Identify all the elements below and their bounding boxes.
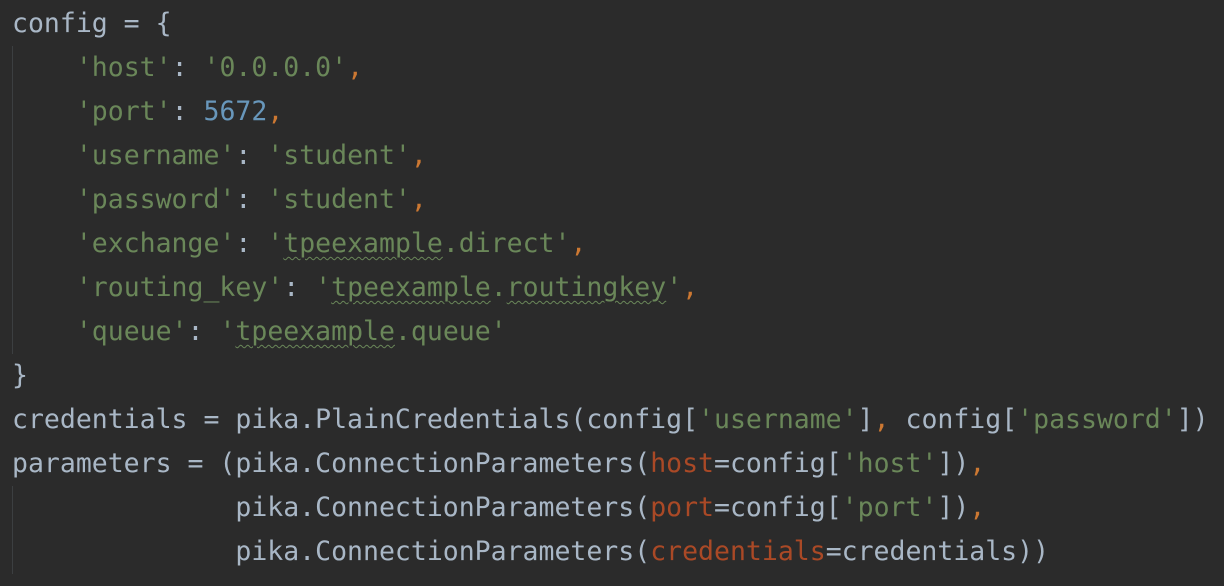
punctuation: ,	[969, 492, 986, 523]
string-literal: '	[315, 272, 332, 303]
code-text: :	[283, 272, 316, 303]
string-literal: .queue'	[394, 316, 507, 347]
keyword-argument: credentials	[650, 536, 826, 567]
keyword-argument: port	[650, 492, 715, 523]
string-literal: .direct'	[442, 228, 571, 259]
code-text: :	[187, 316, 220, 347]
string-literal: 'port'	[75, 96, 172, 127]
code-text: parameters = (pika.ConnectionParameters(	[12, 448, 651, 479]
code-text: :	[235, 184, 268, 215]
typo-word: tpeexample	[283, 228, 443, 259]
string-literal: 'queue'	[75, 316, 188, 347]
string-literal: 'student'	[267, 184, 411, 215]
punctuation: ,	[410, 184, 427, 215]
string-literal: '	[219, 316, 236, 347]
code-text: ])	[937, 492, 970, 523]
string-literal: 'password'	[1017, 404, 1177, 435]
code-text: config = {	[12, 8, 172, 39]
code-text: }	[12, 360, 28, 391]
string-literal: '	[267, 228, 284, 259]
code-line[interactable]: 'port': 5672,	[12, 90, 1209, 134]
code-text: pika.ConnectionParameters(	[12, 492, 651, 523]
code-line[interactable]: parameters = (pika.ConnectionParameters(…	[12, 442, 1209, 486]
string-literal: 'host'	[841, 448, 938, 479]
code-text: :	[171, 52, 204, 83]
code-text: pika.ConnectionParameters(	[12, 536, 651, 567]
code-line[interactable]: credentials = pika.PlainCredentials(conf…	[12, 398, 1209, 442]
code-text: =credentials))	[825, 536, 1050, 567]
code-text: ])	[1176, 404, 1209, 435]
code-text: config[	[889, 404, 1018, 435]
code-line[interactable]: }	[12, 354, 1209, 398]
code-line[interactable]: 'host': '0.0.0.0',	[12, 46, 1209, 90]
string-literal: 'host'	[75, 52, 172, 83]
code-line[interactable]: config = {	[12, 2, 1209, 46]
string-literal: 'port'	[841, 492, 938, 523]
string-literal: 'exchange'	[75, 228, 236, 259]
code-text: =config[	[714, 492, 842, 523]
code-text: :	[235, 228, 268, 259]
code-text: credentials = pika.PlainCredentials(conf…	[12, 404, 699, 435]
punctuation: ,	[969, 448, 986, 479]
typo-word: tpeexample	[331, 272, 491, 303]
code-line[interactable]: 'exchange': 'tpeexample.direct',	[12, 222, 1209, 266]
string-literal: 'routing_key'	[75, 272, 284, 303]
code-area[interactable]: config = { 'host': '0.0.0.0', 'port': 56…	[12, 2, 1209, 574]
code-text: =config[	[714, 448, 842, 479]
code-line[interactable]: 'routing_key': 'tpeexample.routingkey',	[12, 266, 1209, 310]
typo-word: tpeexample	[235, 316, 395, 347]
punctuation: ,	[682, 272, 699, 303]
keyword-argument: host	[650, 448, 715, 479]
punctuation: ,	[570, 228, 587, 259]
code-line[interactable]: pika.ConnectionParameters(port=config['p…	[12, 486, 1209, 530]
number-literal: 5672	[203, 96, 268, 127]
code-line[interactable]: pika.ConnectionParameters(credentials=cr…	[12, 530, 1209, 574]
string-literal: '	[666, 272, 683, 303]
string-literal: 'username'	[75, 140, 236, 171]
string-literal: .	[490, 272, 507, 303]
punctuation: ,	[873, 404, 890, 435]
code-line[interactable]: 'username': 'student',	[12, 134, 1209, 178]
punctuation: ,	[410, 140, 427, 171]
code-editor[interactable]: config = { 'host': '0.0.0.0', 'port': 56…	[0, 0, 1224, 586]
code-line[interactable]: 'queue': 'tpeexample.queue'	[12, 310, 1209, 354]
string-literal: 'username'	[698, 404, 858, 435]
string-literal: '0.0.0.0'	[203, 52, 348, 83]
punctuation: ,	[267, 96, 284, 127]
code-text: ])	[937, 448, 970, 479]
typo-word: routingkey	[506, 272, 667, 303]
code-text: :	[171, 96, 204, 127]
string-literal: 'student'	[267, 140, 411, 171]
code-text: ]	[857, 404, 874, 435]
string-literal: 'password'	[75, 184, 236, 215]
code-line[interactable]: 'password': 'student',	[12, 178, 1209, 222]
code-text: :	[235, 140, 268, 171]
punctuation: ,	[347, 52, 364, 83]
